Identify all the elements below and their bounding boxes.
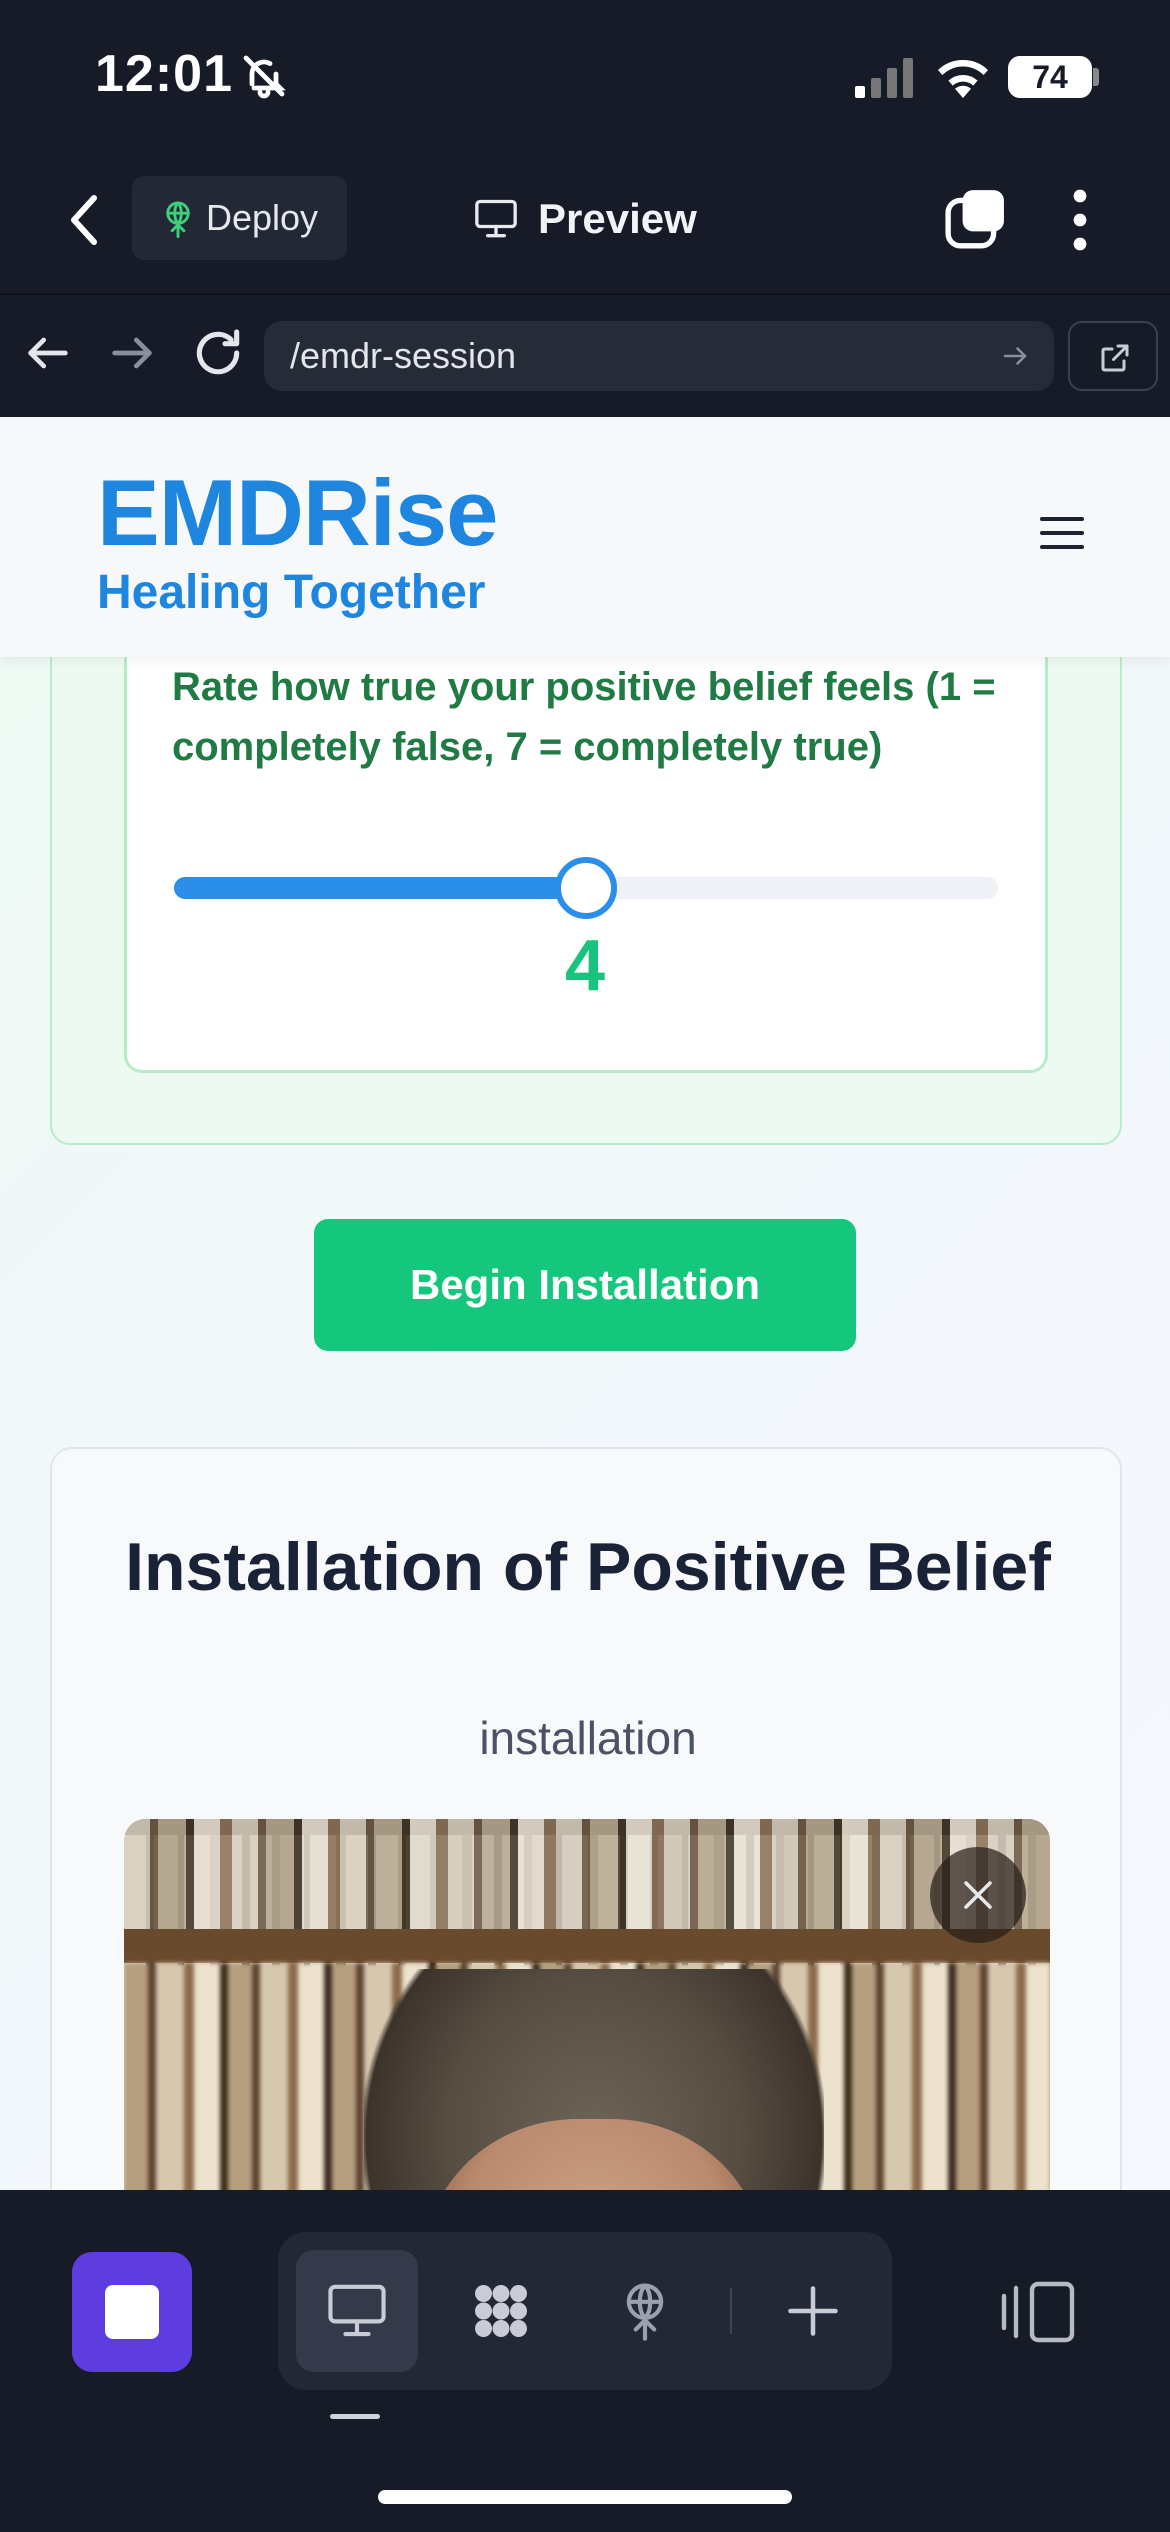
dock-separator [730,2288,732,2334]
home-indicator [378,2490,792,2504]
brand-tagline: Healing Together [97,566,486,619]
monitor-icon [475,199,517,238]
status-time: 12:01 [95,45,233,103]
tabs-icon[interactable] [944,188,1006,250]
installation-subtitle: installation [479,1712,697,1764]
therapist-video[interactable] [124,1819,1050,2190]
deploy-button[interactable]: Deploy [132,176,347,260]
hamburger-menu-icon[interactable] [1040,517,1084,553]
installation-title: Installation of Positive Belief [125,1529,1051,1605]
dock-tab-deploy[interactable] [584,2250,706,2372]
battery-tip [1093,68,1099,86]
deploy-label: Deploy [206,197,319,238]
desktop-icon [328,2284,386,2337]
arrow-right-icon[interactable] [106,327,158,379]
deploy-icon [166,201,190,238]
status-bar: 12:01 74 [0,0,1170,160]
bottom-dock [0,2190,1170,2532]
cellular-signal-icon [855,58,913,98]
begin-installation-button[interactable]: Begin Installation [314,1219,856,1351]
back-chevron-icon[interactable] [62,190,110,250]
close-icon [964,1881,992,1909]
deploy-icon [626,2283,664,2341]
rating-value: 4 [564,926,606,1006]
installation-card: Installation of Positive Belief installa… [50,1447,1122,2190]
rating-prompt: Rate how true your positive belief feels… [172,665,996,769]
url-input[interactable]: /emdr-session [264,321,1054,391]
go-arrow-icon[interactable] [1000,341,1030,371]
plus-icon [788,2286,838,2336]
close-video-button[interactable] [930,1847,1026,1943]
brand-logo[interactable]: EMDRise [97,459,498,567]
external-link-icon [1101,344,1129,372]
slider-fill [174,877,586,899]
open-external-button[interactable] [1068,321,1158,391]
belief-slider[interactable] [174,857,998,919]
apps-icon [475,2285,527,2337]
url-path: /emdr-session [290,335,517,376]
dock-tab-preview[interactable] [296,2250,418,2372]
bell-muted-icon [243,55,286,99]
device-toggle-icon[interactable] [1000,2280,1076,2344]
slider-thumb[interactable] [555,857,617,919]
bookshelf-board [124,1929,1050,1963]
arrow-left-icon[interactable] [22,327,74,379]
web-preview: Rate how true your positive belief feels… [0,417,1170,2190]
dock-tab-group [278,2232,892,2390]
tab-preview[interactable]: Preview [474,182,697,256]
active-tab-indicator [330,2414,380,2419]
wifi-icon [938,59,988,98]
bookshelf-top [124,1819,1050,1929]
url-bar: /emdr-session [0,297,1170,417]
more-vertical-icon[interactable] [1060,188,1100,252]
battery-indicator: 74 [1008,56,1092,98]
dock-add-tab[interactable] [752,2250,874,2372]
dock-tab-apps[interactable] [440,2250,562,2372]
site-header: EMDRise Healing Together [0,417,1170,657]
preview-label: Preview [538,195,697,242]
reload-icon[interactable] [190,325,246,381]
stop-button[interactable] [72,2252,192,2372]
app-toolbar: Deploy Preview [0,160,1170,295]
stop-icon [105,2285,159,2339]
